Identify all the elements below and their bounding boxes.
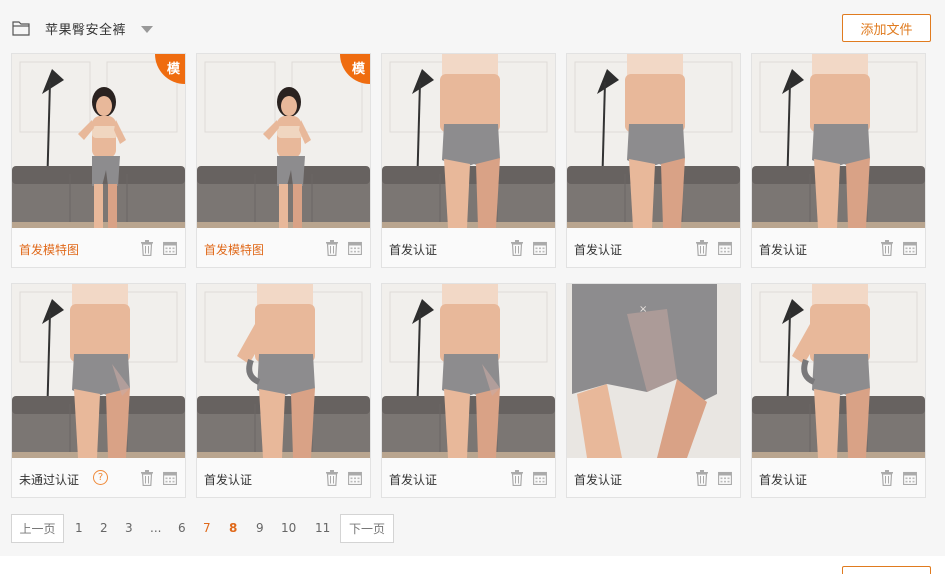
page-link[interactable]: 11 (315, 521, 330, 535)
image-card[interactable]: 模首发模特图 (196, 53, 371, 268)
product-photo[interactable] (752, 284, 925, 458)
svg-text:×: × (639, 304, 647, 315)
card-footer: 未通过认证? (12, 458, 185, 497)
card-footer: 首发认证 (382, 458, 555, 497)
image-card[interactable]: 首发认证 (566, 53, 741, 268)
calendar-icon[interactable] (348, 241, 362, 255)
album-header: 苹果臀安全裤 添加文件 (0, 0, 945, 50)
calendar-icon[interactable] (163, 241, 177, 255)
current-page[interactable]: 8 (229, 521, 237, 535)
calendar-icon[interactable] (163, 471, 177, 485)
product-photo[interactable] (197, 54, 370, 228)
page-link[interactable]: 2 (100, 521, 108, 535)
card-footer: 首发认证 (567, 228, 740, 267)
image-card[interactable]: 模首发模特图 (11, 53, 186, 268)
card-status-label: 首发认证 (574, 473, 623, 487)
card-status-label: 首发认证 (204, 473, 253, 487)
album-panel: 苹果臀安全裤 添加文件 模首发模特图模首发模特图 首发认证 首发认证 首发认证 未通过认… (0, 0, 945, 556)
product-photo[interactable] (567, 54, 740, 228)
add-file-button[interactable]: 添加文件 (842, 14, 931, 42)
product-photo[interactable] (752, 54, 925, 228)
card-footer: 首发认证 (567, 458, 740, 497)
product-photo[interactable] (12, 284, 185, 458)
trash-icon[interactable] (140, 240, 154, 256)
image-card[interactable]: 首发认证 (751, 53, 926, 268)
trash-icon[interactable] (510, 240, 524, 256)
page-ellipsis: ... (150, 521, 162, 535)
add-file-button-lower[interactable] (842, 566, 931, 574)
calendar-icon[interactable] (533, 241, 547, 255)
help-icon[interactable]: ? (93, 470, 108, 485)
card-footer: 首发模特图 (197, 228, 370, 267)
calendar-icon[interactable] (718, 241, 732, 255)
trash-icon[interactable] (880, 240, 894, 256)
image-card[interactable]: 首发认证 (381, 283, 556, 498)
page-link[interactable]: 7 (203, 521, 211, 535)
card-status-label: 首发认证 (759, 243, 808, 257)
image-card[interactable]: 首发认证 (196, 283, 371, 498)
product-photo[interactable] (12, 54, 185, 228)
card-status-label: 首发认证 (389, 473, 438, 487)
product-photo[interactable]: × (567, 284, 740, 458)
card-status-label: 首发认证 (759, 473, 808, 487)
page-link[interactable]: 6 (178, 521, 186, 535)
page-link[interactable]: 10 (281, 521, 296, 535)
trash-icon[interactable] (140, 470, 154, 486)
card-footer: 首发认证 (752, 228, 925, 267)
trash-icon[interactable] (695, 470, 709, 486)
calendar-icon[interactable] (348, 471, 362, 485)
trash-icon[interactable] (325, 470, 339, 486)
calendar-icon[interactable] (533, 471, 547, 485)
product-photo[interactable] (197, 284, 370, 458)
folder-title: 苹果臀安全裤 (45, 23, 127, 38)
card-footer: 首发认证 (752, 458, 925, 497)
card-footer: 首发认证 (382, 228, 555, 267)
card-status-label: 未通过认证 (19, 473, 80, 487)
page-link[interactable]: 1 (75, 521, 83, 535)
calendar-icon[interactable] (903, 471, 917, 485)
card-footer: 首发模特图 (12, 228, 185, 267)
card-status-label: 首发模特图 (204, 243, 265, 257)
prev-page-button[interactable]: 上一页 (11, 514, 64, 543)
card-footer: 首发认证 (197, 458, 370, 497)
image-card[interactable]: 未通过认证? (11, 283, 186, 498)
calendar-icon[interactable] (718, 471, 732, 485)
trash-icon[interactable] (695, 240, 709, 256)
folder-icon (12, 21, 30, 36)
trash-icon[interactable] (510, 470, 524, 486)
image-card[interactable]: 首发认证 (751, 283, 926, 498)
card-status-label: 首发模特图 (19, 243, 80, 257)
page-link[interactable]: 9 (256, 521, 264, 535)
card-status-label: 首发认证 (574, 243, 623, 257)
trash-icon[interactable] (325, 240, 339, 256)
card-status-label: 首发认证 (389, 243, 438, 257)
pagination: 上一页 1 2 3 ... 6 7 8 9 10 11 下一页 (11, 514, 611, 543)
trash-icon[interactable] (880, 470, 894, 486)
page-link[interactable]: 3 (125, 521, 133, 535)
next-page-button[interactable]: 下一页 (340, 514, 394, 543)
image-card[interactable]: × 首发认证 (566, 283, 741, 498)
caret-down-icon[interactable] (141, 26, 153, 33)
product-photo[interactable] (382, 284, 555, 458)
product-photo[interactable] (382, 54, 555, 228)
calendar-icon[interactable] (903, 241, 917, 255)
image-card[interactable]: 首发认证 (381, 53, 556, 268)
